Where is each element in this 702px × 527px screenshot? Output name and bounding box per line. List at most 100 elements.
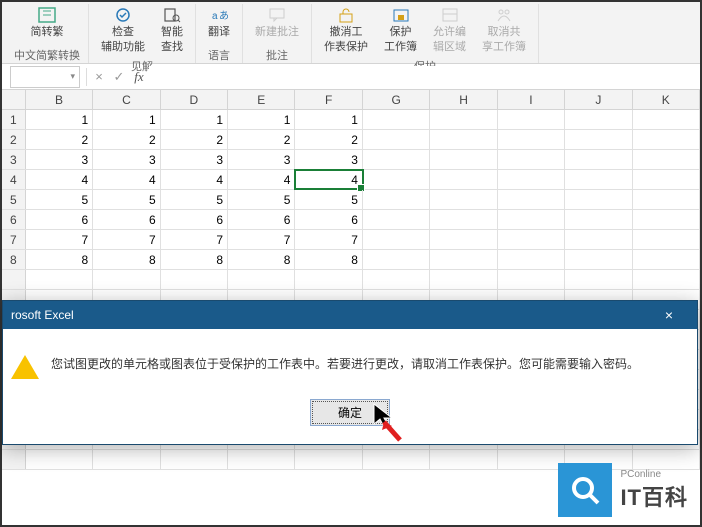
cell[interactable]: 3 xyxy=(295,150,362,169)
cell[interactable] xyxy=(565,230,632,249)
cell[interactable] xyxy=(498,210,565,229)
cell[interactable]: 3 xyxy=(26,150,93,169)
cell[interactable] xyxy=(363,190,430,209)
cell[interactable] xyxy=(228,270,295,289)
cell[interactable] xyxy=(633,110,700,129)
cell[interactable] xyxy=(93,270,160,289)
cell[interactable] xyxy=(430,110,497,129)
cell[interactable] xyxy=(363,230,430,249)
translate-button[interactable]: aあ 翻译 xyxy=(204,4,234,41)
cell[interactable] xyxy=(633,170,700,189)
row-header[interactable]: 4 xyxy=(2,170,26,189)
cell[interactable] xyxy=(363,210,430,229)
row-header[interactable]: 6 xyxy=(2,210,26,229)
cell[interactable] xyxy=(565,190,632,209)
cell[interactable]: 4 xyxy=(228,170,295,189)
unprotect-sheet-button[interactable]: 撤消工 作表保护 xyxy=(320,4,372,56)
cell[interactable]: 7 xyxy=(295,230,362,249)
cell[interactable] xyxy=(565,170,632,189)
close-icon[interactable]: × xyxy=(649,307,689,323)
cell[interactable]: 1 xyxy=(161,110,228,129)
cell[interactable] xyxy=(498,170,565,189)
cell[interactable] xyxy=(363,170,430,189)
cell[interactable]: 6 xyxy=(26,210,93,229)
row-header[interactable]: 1 xyxy=(2,110,26,129)
row-header[interactable]: 5 xyxy=(2,190,26,209)
column-header[interactable]: J xyxy=(565,90,632,109)
cell[interactable]: 5 xyxy=(295,190,362,209)
cell[interactable] xyxy=(430,250,497,269)
cell[interactable] xyxy=(363,130,430,149)
cell[interactable] xyxy=(363,450,430,469)
cell[interactable]: 6 xyxy=(93,210,160,229)
column-header[interactable]: E xyxy=(228,90,295,109)
row-header[interactable]: 8 xyxy=(2,250,26,269)
cell[interactable] xyxy=(565,130,632,149)
row-header[interactable] xyxy=(2,450,26,469)
cell[interactable] xyxy=(565,270,632,289)
column-header[interactable]: H xyxy=(430,90,497,109)
cell[interactable] xyxy=(498,230,565,249)
cell[interactable] xyxy=(498,250,565,269)
cell[interactable] xyxy=(430,230,497,249)
fx-icon[interactable]: fx xyxy=(129,69,149,85)
simp-trad-button[interactable]: 简转繁 xyxy=(27,4,68,41)
cell[interactable] xyxy=(498,130,565,149)
cell[interactable] xyxy=(633,210,700,229)
cell[interactable] xyxy=(430,130,497,149)
cell[interactable] xyxy=(93,450,160,469)
column-header[interactable]: F xyxy=(295,90,362,109)
cell[interactable]: 4 xyxy=(161,170,228,189)
name-box[interactable]: ▾ xyxy=(10,66,80,88)
cell[interactable] xyxy=(565,250,632,269)
cell[interactable]: 4 xyxy=(295,170,362,189)
cell[interactable] xyxy=(430,270,497,289)
cell[interactable] xyxy=(633,230,700,249)
dialog-titlebar[interactable]: rosoft Excel × xyxy=(3,301,697,329)
cell[interactable] xyxy=(498,450,565,469)
column-header[interactable]: G xyxy=(363,90,430,109)
ok-button[interactable]: 确定 xyxy=(310,399,390,426)
cell[interactable] xyxy=(26,450,93,469)
cell[interactable] xyxy=(565,150,632,169)
cell[interactable] xyxy=(498,110,565,129)
row-header[interactable] xyxy=(2,270,26,289)
cell[interactable] xyxy=(565,110,632,129)
row-header[interactable]: 3 xyxy=(2,150,26,169)
column-header[interactable]: D xyxy=(161,90,228,109)
cell[interactable]: 2 xyxy=(93,130,160,149)
row-header[interactable]: 2 xyxy=(2,130,26,149)
cell[interactable]: 1 xyxy=(93,110,160,129)
cell[interactable]: 8 xyxy=(93,250,160,269)
cell[interactable] xyxy=(363,110,430,129)
cell[interactable] xyxy=(363,150,430,169)
cell[interactable] xyxy=(633,250,700,269)
smart-lookup-button[interactable]: 智能 查找 xyxy=(157,4,187,56)
cell[interactable] xyxy=(430,150,497,169)
cell[interactable]: 4 xyxy=(26,170,93,189)
cell[interactable] xyxy=(633,150,700,169)
cell[interactable]: 6 xyxy=(161,210,228,229)
cell[interactable]: 2 xyxy=(228,130,295,149)
cell[interactable]: 2 xyxy=(161,130,228,149)
cell[interactable]: 5 xyxy=(93,190,160,209)
cell[interactable]: 6 xyxy=(295,210,362,229)
cell[interactable] xyxy=(228,450,295,469)
column-header[interactable]: I xyxy=(498,90,565,109)
cell[interactable]: 4 xyxy=(93,170,160,189)
column-header[interactable]: B xyxy=(26,90,93,109)
cell[interactable]: 3 xyxy=(161,150,228,169)
cell[interactable] xyxy=(430,210,497,229)
select-all-corner[interactable] xyxy=(2,90,26,109)
cell[interactable] xyxy=(26,270,93,289)
cell[interactable]: 7 xyxy=(161,230,228,249)
cell[interactable] xyxy=(161,450,228,469)
cell[interactable]: 1 xyxy=(26,110,93,129)
cell[interactable] xyxy=(498,190,565,209)
cell[interactable]: 7 xyxy=(26,230,93,249)
cell[interactable]: 7 xyxy=(93,230,160,249)
cell[interactable]: 1 xyxy=(228,110,295,129)
cell[interactable]: 2 xyxy=(26,130,93,149)
check-accessibility-button[interactable]: 检查 辅助功能 xyxy=(97,4,149,56)
cell[interactable] xyxy=(363,270,430,289)
